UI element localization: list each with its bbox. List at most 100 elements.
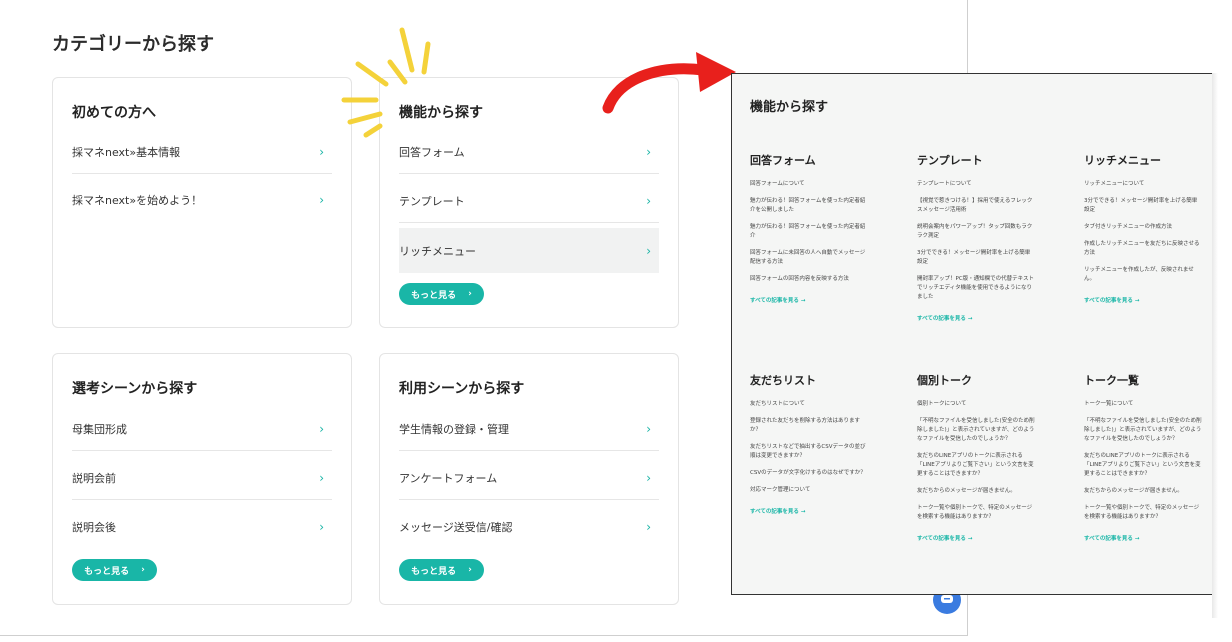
card-title: 初めての方へ [72, 105, 156, 121]
sparkle-icon [341, 27, 431, 138]
chevron-right-icon: › [468, 565, 472, 575]
chevron-right-icon: › [646, 470, 651, 485]
row-label: テンプレート [399, 194, 465, 208]
row-label: 母集団形成 [72, 422, 127, 436]
row-label: 学生情報の登録・管理 [399, 422, 509, 436]
row-label: 採マネnext»を始めよう！ [72, 194, 203, 207]
article-link[interactable]: 開封率アップ！PC版・通知欄での代替テキストでリッチエディタ機能を使用できるよう… [917, 275, 1035, 302]
feature-detail-panel: 機能から探す 回答フォーム 回答フォームについて 魅力が伝わる！回答フォームを使… [731, 73, 1214, 595]
card-row-template[interactable]: テンプレート › [399, 179, 659, 223]
column-friends-list: 友だちリスト 友だちリストについて 登録された友だちを削除する方法はありますか？… [750, 372, 868, 515]
article-link[interactable]: 【視覚で惹きつける！】採用で使えるフレックスメッセージ活用術 [917, 197, 1035, 215]
column-title: トーク一覧 [1084, 374, 1139, 387]
see-all-link[interactable]: すべての記事を見る → [750, 507, 868, 515]
chevron-right-icon: › [141, 565, 145, 575]
chevron-right-icon: › [319, 193, 324, 207]
see-all-link[interactable]: すべての記事を見る → [1084, 296, 1202, 304]
article-link[interactable]: リッチメニューについて [1084, 180, 1202, 189]
card-title: 選考シーンから探す [72, 381, 198, 397]
column-individual-talk: 個別トーク 個別トークについて 「不明なファイルを受信しました(安全のため削除し… [917, 372, 1035, 542]
column-title: 回答フォーム [750, 154, 816, 167]
article-link[interactable]: 対応マーク管理について [750, 486, 868, 495]
article-link[interactable]: タブ付きリッチメニューの作成方法 [1084, 223, 1202, 232]
article-link[interactable]: リッチメニューを作成したが、反映されません。 [1084, 266, 1202, 284]
card-row-student-info[interactable]: 学生情報の登録・管理 › [399, 407, 659, 451]
more-button[interactable]: もっと見る › [72, 559, 157, 581]
card-row-survey-form[interactable]: アンケートフォーム › [399, 456, 659, 500]
see-all-link[interactable]: すべての記事を見る → [917, 314, 1035, 322]
card-usage: 利用シーンから探す 学生情報の登録・管理 › アンケートフォーム › メッセージ… [379, 353, 679, 605]
card-row-getting-started[interactable]: 採マネnext»を始めよう！ › [72, 178, 332, 222]
card-row-population[interactable]: 母集団形成 › [72, 407, 332, 451]
column-title: 友だちリスト [750, 374, 816, 387]
panel-shadow [1212, 73, 1218, 618]
article-link[interactable]: 友だちのLINEアプリのトークに表示される「LINEアプリよりご覧下さい」という… [1084, 452, 1202, 479]
see-all-link[interactable]: すべての記事を見る → [1084, 534, 1202, 542]
article-link[interactable]: テンプレートについて [917, 180, 1035, 189]
article-link[interactable]: 「不明なファイルを受信しました(安全のため削除しました)」と表示されていますが、… [1084, 417, 1202, 444]
chevron-right-icon: › [646, 193, 651, 208]
chevron-right-icon: › [646, 144, 651, 159]
chevron-right-icon: › [319, 520, 324, 534]
article-link[interactable]: トーク一覧や個別トークで、特定のメッセージを検索する機能はありますか？ [1084, 504, 1202, 522]
article-link[interactable]: 回答フォームについて [750, 180, 868, 189]
article-link[interactable]: トーク一覧について [1084, 400, 1202, 409]
row-label: 説明会前 [72, 471, 116, 485]
chevron-right-icon: › [646, 243, 651, 258]
more-button[interactable]: もっと見る › [399, 559, 484, 581]
chevron-right-icon: › [468, 289, 472, 299]
arrow-icon [602, 52, 736, 114]
card-beginner: 初めての方へ 採マネnext»基本情報 › 採マネnext»を始めよう！ › [52, 77, 352, 328]
article-link[interactable]: トーク一覧や個別トークで、特定のメッセージを検索する機能はありますか？ [917, 504, 1035, 522]
article-link[interactable]: 作成したリッチメニューを友だちに反映させる方法 [1084, 240, 1202, 258]
column-title: 個別トーク [917, 374, 972, 387]
chevron-right-icon: › [319, 470, 324, 485]
article-link[interactable]: 友だちからのメッセージが届きません。 [1084, 487, 1202, 496]
row-label: メッセージ送受信/確認 [399, 521, 513, 534]
row-label: リッチメニュー [399, 244, 476, 258]
column-title: テンプレート [917, 154, 983, 167]
article-link[interactable]: 3分でできる！メッセージ開封率を上げる簡単設定 [1084, 197, 1202, 215]
column-talk-list: トーク一覧 トーク一覧について 「不明なファイルを受信しました(安全のため削除し… [1084, 372, 1202, 542]
article-link[interactable]: 個別トークについて [917, 400, 1035, 409]
article-link[interactable]: 3分でできる！メッセージ開封率を上げる簡単設定 [917, 249, 1035, 267]
card-row-basic-info[interactable]: 採マネnext»基本情報 › [72, 130, 332, 174]
more-button[interactable]: もっと見る › [399, 283, 484, 305]
more-button-label: もっと見る [411, 566, 457, 577]
chevron-right-icon: › [319, 144, 324, 159]
article-link[interactable]: 友だちリストなどで抽出するCSVデータの並び順は変更できますか？ [750, 443, 868, 461]
card-selection: 選考シーンから探す 母集団形成 › 説明会前 › 説明会後 › もっと見る › [52, 353, 352, 605]
panel-title: 機能から探す [750, 100, 829, 115]
article-link[interactable]: 登録された友だちを削除する方法はありますか？ [750, 417, 868, 435]
article-link[interactable]: 魅力が伝わる！回答フォームを使った内定者紹介を公開しました [750, 197, 868, 215]
column-template: テンプレート テンプレートについて 【視覚で惹きつける！】採用で使えるフレックス… [917, 152, 1035, 322]
article-link[interactable]: 回答フォームの回答内容を反映する方法 [750, 275, 868, 284]
card-title: 利用シーンから探す [399, 381, 525, 397]
screenshot-root: カテゴリーから探す 初めての方へ 採マネnext»基本情報 › 採マネnext»… [0, 0, 1232, 642]
article-link[interactable]: 友だちのLINEアプリのトークに表示される「LINEアプリよりご覧下さい」という… [917, 452, 1035, 479]
more-button-label: もっと見る [411, 290, 457, 301]
row-label: 回答フォーム [399, 145, 465, 159]
see-all-link[interactable]: すべての記事を見る → [917, 534, 1035, 542]
card-row-rich-menu[interactable]: リッチメニュー › [399, 228, 659, 273]
column-rich-menu: リッチメニュー リッチメニューについて 3分でできる！メッセージ開封率を上げる簡… [1084, 152, 1202, 304]
card-row-messaging[interactable]: メッセージ送受信/確認 › [399, 505, 659, 549]
row-label: 採マネnext»基本情報 [72, 145, 181, 159]
article-link[interactable]: 「不明なファイルを受信しました(安全のため削除しました)」と表示されていますが、… [917, 417, 1035, 444]
column-title: リッチメニュー [1084, 154, 1161, 167]
chevron-right-icon: › [319, 421, 324, 436]
see-all-link[interactable]: すべての記事を見る → [750, 296, 868, 304]
chevron-right-icon: › [646, 421, 651, 436]
card-row-after-briefing[interactable]: 説明会後 › [72, 505, 332, 549]
article-link[interactable]: 友だちからのメッセージが届きません。 [917, 487, 1035, 496]
article-link[interactable]: 魅力が伝わる！回答フォームを使った内定者紹介 [750, 223, 868, 241]
column-answer-form: 回答フォーム 回答フォームについて 魅力が伝わる！回答フォームを使った内定者紹介… [750, 152, 868, 304]
card-row-before-briefing[interactable]: 説明会前 › [72, 456, 332, 500]
article-link[interactable]: 回答フォームに未回答の人へ自動でメッセージ配信する方法 [750, 249, 868, 267]
article-link[interactable]: 説明会案内をパワーアップ！タップ回数もラクラク測定 [917, 223, 1035, 241]
article-link[interactable]: 友だちリストについて [750, 400, 868, 409]
chevron-right-icon: › [646, 520, 651, 534]
more-button-label: もっと見る [84, 566, 130, 577]
row-label: 説明会後 [72, 521, 116, 534]
article-link[interactable]: CSVのデータが文字化けするのはなぜですか？ [750, 469, 868, 478]
